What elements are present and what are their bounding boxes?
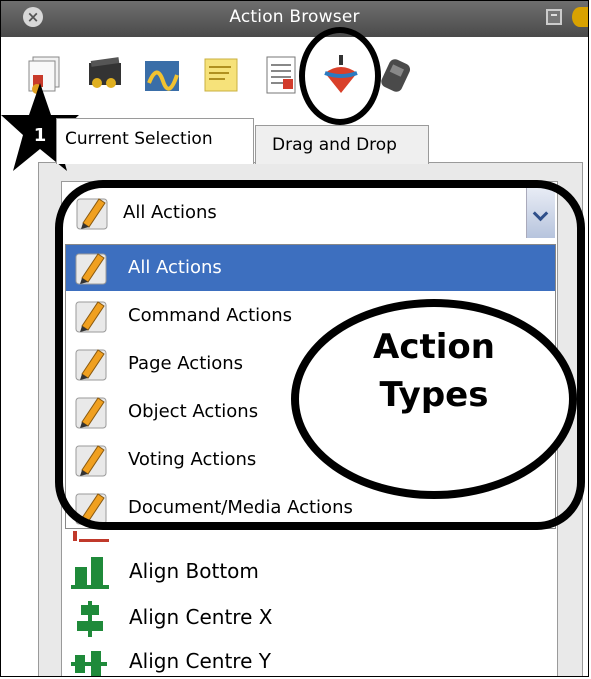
handwriting-icon[interactable] (139, 53, 183, 97)
align-top-icon (73, 531, 109, 542)
tab-current-selection[interactable]: Current Selection (56, 118, 254, 164)
callout-line-1: Action (373, 327, 495, 367)
align-centre-x-icon (77, 601, 103, 637)
options-icon[interactable] (572, 7, 588, 27)
callout-line-2: Types (379, 375, 489, 415)
list-item-label: Align Centre Y (129, 649, 271, 673)
list-item-label: Align Bottom (129, 559, 259, 583)
tab-drag-and-drop[interactable]: Drag and Drop (255, 125, 429, 164)
window-title: Action Browser (229, 7, 360, 27)
properties-icon[interactable] (259, 53, 303, 97)
step-number: 1 (34, 125, 47, 146)
device-icon[interactable] (375, 53, 419, 97)
notes-icon[interactable] (199, 53, 243, 97)
title-bar: × Action Browser (1, 1, 588, 37)
multimedia-icon[interactable] (83, 53, 127, 97)
align-bottom-icon (71, 557, 109, 589)
action-browser-window: × Action Browser Current Selection Drag … (0, 0, 589, 677)
list-item-label: Align Centre X (129, 605, 273, 629)
pin-icon[interactable] (546, 9, 562, 25)
toolbar (1, 41, 588, 101)
action-types-callout: Action Types (291, 299, 577, 499)
toolbar-highlight-circle (299, 27, 381, 125)
align-centre-y-icon (71, 651, 107, 676)
